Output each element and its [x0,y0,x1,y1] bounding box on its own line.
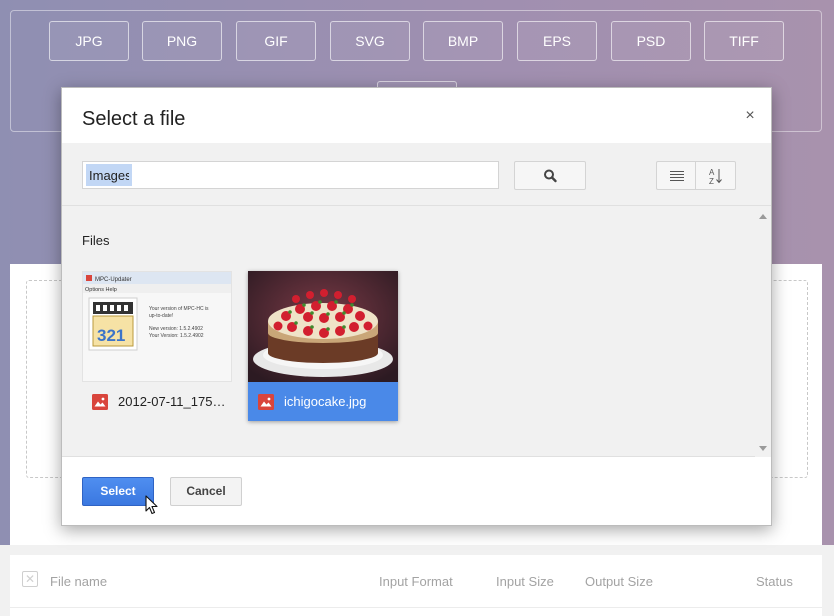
file-browser: Files MPC-Updater Options Help 321 Your … [62,206,771,457]
format-button-bmp[interactable]: BMP [423,21,503,61]
format-button-eps[interactable]: EPS [517,21,597,61]
sort-az-icon: A Z [709,168,722,186]
format-button-png[interactable]: PNG [142,21,222,61]
file-name: 2012-07-11_175… [118,394,226,409]
dialog-footer: Select Cancel [62,457,771,525]
format-button-psd[interactable]: PSD [611,21,691,61]
th-file-name: File name [50,574,108,589]
file-picker-dialog: Select a file × Images A Z Files MPC-Upd… [61,87,772,526]
file-tile-selected[interactable]: ichigocake.jpg [248,271,398,421]
file-name: ichigocake.jpg [284,394,367,409]
search-input[interactable] [86,164,132,186]
file-tile[interactable]: MPC-Updater Options Help 321 Your versio… [82,271,232,421]
table-header: ✕ File name Input Format Input Size Outp… [10,555,822,607]
svg-text:A: A [709,168,715,177]
dialog-title: Select a file [82,108,186,130]
search-button[interactable] [514,161,586,190]
search-field[interactable] [82,161,499,189]
file-table: ✕ File name Input Format Input Size Outp… [10,555,822,616]
th-input-format: Input Format [379,574,453,589]
scrollbar[interactable] [755,206,771,457]
list-view-button[interactable] [656,161,696,190]
scroll-up-arrow-icon[interactable] [759,214,767,219]
search-icon [544,169,557,183]
cake-photo-thumbnail [248,271,398,382]
image-file-icon [92,394,108,410]
format-button-svg[interactable]: SVG [330,21,410,61]
sort-button[interactable]: A Z [696,161,736,190]
th-input-size: Input Size [496,574,554,589]
list-view-icon [670,171,684,181]
svg-text:Z: Z [709,177,714,186]
format-button-tiff[interactable]: TIFF [704,21,784,61]
file-thumbnail [248,271,398,382]
file-caption: 2012-07-11_175… [82,382,232,421]
close-button[interactable]: × [742,108,758,124]
file-caption: ichigocake.jpg [248,382,398,421]
th-status: Status [756,574,793,589]
format-button-jpg[interactable]: JPG [49,21,129,61]
image-file-icon [258,394,274,410]
svg-text:Your Version: 1.5.2.4902: Your Version: 1.5.2.4902 [149,333,204,339]
file-thumbnail: MPC-Updater Options Help 321 Your versio… [82,271,232,382]
dialog-header: Select a file × [62,88,771,143]
th-output-size: Output Size [585,574,653,589]
svg-text:Options Help: Options Help [85,287,117,293]
mouse-pointer-icon [145,495,158,515]
svg-text:up-to-date!: up-to-date! [149,313,173,319]
scroll-down-arrow-icon[interactable] [759,446,767,451]
close-icon: × [745,107,755,124]
svg-text:Your version of MPC-HC is: Your version of MPC-HC is [149,306,209,312]
cancel-button[interactable]: Cancel [170,477,242,506]
mpc-updater-thumbnail: MPC-Updater Options Help 321 Your versio… [83,272,231,381]
table-divider [10,607,822,608]
section-label-files: Files [82,233,110,248]
svg-text:MPC-Updater: MPC-Updater [95,277,132,283]
select-button[interactable]: Select [82,477,154,506]
format-button-gif[interactable]: GIF [236,21,316,61]
select-all-checkbox[interactable]: ✕ [22,571,38,587]
svg-text:New version: 1.5.2.4902: New version: 1.5.2.4902 [149,326,203,332]
dialog-toolbar: A Z [62,143,771,206]
svg-text:321: 321 [97,326,125,345]
